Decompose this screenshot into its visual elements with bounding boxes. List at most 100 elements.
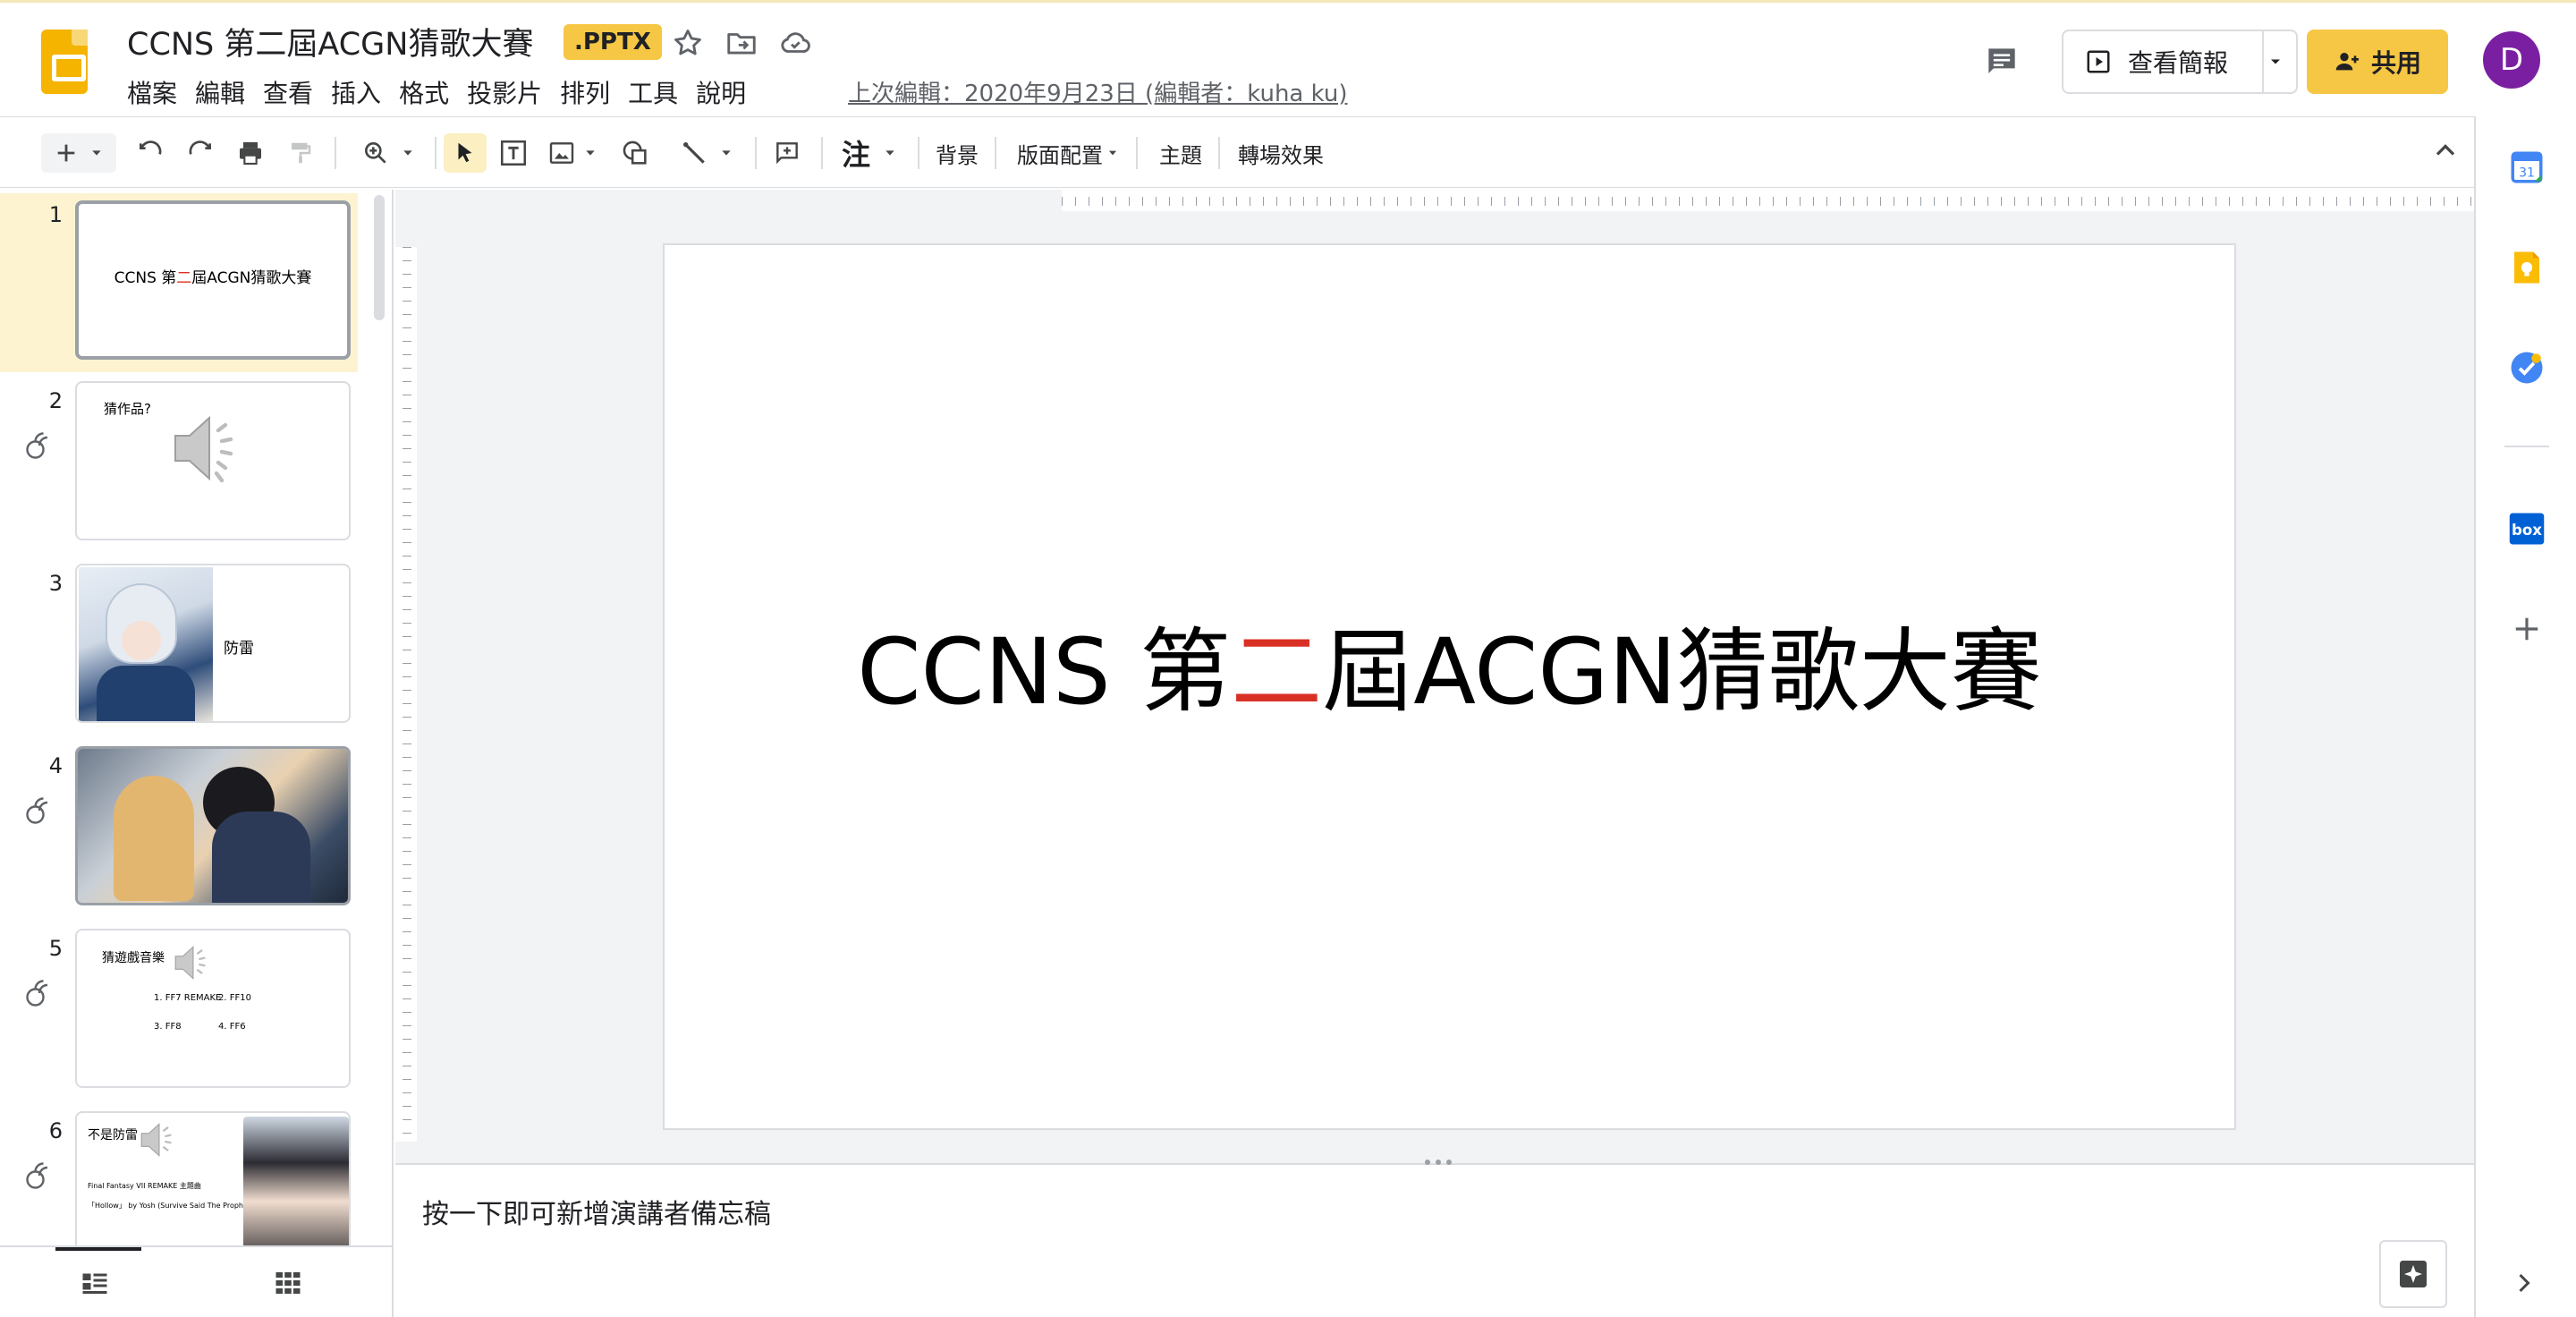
- add-comment-icon[interactable]: [767, 133, 807, 173]
- select-tool-icon[interactable]: [444, 133, 487, 173]
- menu-tools[interactable]: 工具: [619, 76, 687, 112]
- chevron-down-icon: [92, 150, 101, 156]
- menu-slide[interactable]: 投影片: [458, 76, 551, 112]
- thumbnail-text: 猜遊戲音樂: [102, 951, 165, 965]
- chevron-down-icon: [722, 150, 731, 156]
- anime-character-image: [79, 567, 213, 721]
- thumbnail-title: CCNS 第二屆ACGN猜歌大賽: [114, 268, 312, 287]
- thumbnail-text-line: Final Fantasy VII REMAKE 主題曲: [88, 1182, 201, 1190]
- grid-view-icon[interactable]: [272, 1267, 304, 1299]
- shape-icon[interactable]: [615, 133, 655, 173]
- document-title[interactable]: CCNS 第二屆ACGN猜歌大賽: [127, 19, 533, 64]
- insert-image-button[interactable]: [544, 133, 601, 173]
- zoom-button[interactable]: [351, 133, 426, 173]
- slide-number: 5: [48, 936, 63, 961]
- thumbnail-text-line: 「Hollow」 by Yosh (Survive Said The Proph…: [88, 1202, 254, 1210]
- background-button[interactable]: 背景: [932, 133, 982, 173]
- side-panel-divider: [2504, 446, 2549, 447]
- title-bar: CCNS 第二屆ACGN猜歌大賽 .PPTX 檔案 編輯 查看 插入 格式 投影…: [0, 0, 2576, 116]
- horizontal-ruler[interactable]: [1062, 190, 2576, 211]
- comment-history-icon[interactable]: [1982, 42, 2021, 81]
- notes-input-tools-button[interactable]: 注: [834, 133, 905, 173]
- slide-thumbnail[interactable]: [75, 746, 351, 905]
- slide-thumbnail[interactable]: 猜作品?: [75, 381, 351, 540]
- slides-app: CCNS 第二屆ACGN猜歌大賽 .PPTX 檔案 編輯 查看 插入 格式 投影…: [0, 0, 2576, 1317]
- star-icon[interactable]: [671, 26, 705, 60]
- collapse-menus-icon[interactable]: [2429, 134, 2462, 166]
- speaker-notes-input[interactable]: 按一下即可新增演講者備忘稿: [422, 1192, 771, 1231]
- animation-icon: [23, 794, 55, 827]
- vertical-ruler[interactable]: [395, 247, 417, 1142]
- menu-file[interactable]: 檔案: [127, 76, 186, 112]
- slide-title-highlight: 二: [1231, 619, 1323, 726]
- slide-thumbnail[interactable]: 不是防雷 Final Fantasy VII REMAKE 主題曲 「Hollo…: [75, 1111, 351, 1245]
- animation-icon: [23, 429, 55, 462]
- paint-format-icon[interactable]: [281, 133, 320, 173]
- slide-thumbnail[interactable]: CCNS 第二屆ACGN猜歌大賽: [75, 200, 351, 360]
- filmstrip-slide-4[interactable]: 4: [0, 746, 358, 925]
- filmstrip-slide-1[interactable]: 1 CCNS 第二屆ACGN猜歌大賽: [0, 193, 358, 372]
- toolbar-divider: [918, 137, 919, 169]
- theme-button[interactable]: 主題: [1156, 133, 1206, 173]
- slide-title[interactable]: CCNS 第二屆ACGN猜歌大賽: [665, 245, 2234, 1128]
- thumbnail-option: 4. FF6: [218, 1022, 246, 1032]
- new-slide-button[interactable]: [41, 133, 116, 173]
- add-person-icon: [2335, 53, 2359, 71]
- transition-button[interactable]: 轉場效果: [1236, 133, 1326, 173]
- svg-text:31: 31: [2519, 166, 2535, 181]
- layout-button[interactable]: 版面配置: [1014, 133, 1122, 173]
- chevron-down-icon: [586, 150, 595, 156]
- calendar-icon[interactable]: 31: [2508, 149, 2546, 186]
- explore-button[interactable]: [2379, 1240, 2447, 1308]
- account-avatar[interactable]: D: [2483, 31, 2540, 89]
- print-icon[interactable]: [231, 133, 270, 173]
- share-button-label: 共用: [2370, 48, 2421, 78]
- slide-number: 3: [48, 571, 63, 596]
- filmstrip-slide-3[interactable]: 3 防雷: [0, 564, 358, 743]
- redo-icon[interactable]: [181, 133, 220, 173]
- slide-title-part: 屆ACGN猜歌大賽: [1322, 619, 2042, 726]
- toolbar-divider: [1136, 137, 1138, 169]
- menu-insert[interactable]: 插入: [322, 76, 390, 112]
- present-dropdown-button[interactable]: [2255, 30, 2298, 94]
- keep-icon[interactable]: [2508, 249, 2546, 286]
- filmstrip-slide-6[interactable]: 6 不是防雷 Final Fantasy VII REMAKE 主題曲 「Hol…: [0, 1111, 358, 1245]
- filmstrip-scrollbar[interactable]: [374, 195, 385, 320]
- filmstrip-view-icon[interactable]: [79, 1267, 111, 1299]
- current-slide[interactable]: CCNS 第二屆ACGN猜歌大賽: [663, 243, 2236, 1130]
- menu-arrange[interactable]: 排列: [551, 76, 619, 112]
- chevron-down-icon: [403, 150, 412, 156]
- slide-number: 1: [48, 202, 63, 227]
- move-to-folder-icon[interactable]: [724, 26, 758, 60]
- menu-edit[interactable]: 編輯: [186, 76, 254, 112]
- present-button[interactable]: 查看簡報: [2062, 30, 2264, 94]
- menu-help[interactable]: 說明: [687, 76, 755, 112]
- slide-thumbnail[interactable]: 猜遊戲音樂 1. FF7 REMAKE 2. FF10 3. FF8 4. FF…: [75, 929, 351, 1088]
- speaker-notes-panel: 按一下即可新增演講者備忘稿: [395, 1160, 2474, 1317]
- active-tab-indicator: [55, 1247, 141, 1251]
- cloud-saved-icon[interactable]: [778, 26, 812, 60]
- slide-thumbnail[interactable]: 防雷: [75, 564, 351, 723]
- anime-couple-image: [78, 749, 348, 903]
- file-type-badge: .PPTX: [564, 24, 662, 60]
- explore-sparkle-icon: [2400, 1261, 2427, 1287]
- box-addon-icon[interactable]: box: [2508, 510, 2546, 548]
- thumbnail-option: 1. FF7 REMAKE: [154, 993, 222, 1003]
- last-edit-link[interactable]: 上次編輯：2020年9月23日 (編輯者：kuha ku): [848, 76, 1348, 112]
- share-button[interactable]: 共用: [2307, 30, 2448, 94]
- side-panel: 31 box: [2474, 116, 2576, 1317]
- anime-character-image: [243, 1117, 349, 1245]
- present-button-label: 查看簡報: [2128, 48, 2229, 78]
- menu-format[interactable]: 格式: [390, 76, 458, 112]
- slides-logo-icon[interactable]: [41, 30, 88, 94]
- text-box-icon[interactable]: [494, 133, 533, 173]
- line-tool-button[interactable]: [673, 133, 741, 173]
- filmstrip-slide-2[interactable]: 2 猜作品?: [0, 381, 358, 560]
- tasks-icon[interactable]: [2508, 349, 2546, 387]
- undo-icon[interactable]: [131, 133, 170, 173]
- notes-resize-handle[interactable]: [1420, 1160, 1456, 1168]
- filmstrip-slide-5[interactable]: 5 猜遊戲音樂 1. FF7 REMAKE 2. FF10 3. FF8 4. …: [0, 929, 358, 1108]
- expand-side-panel-icon[interactable]: [2508, 1267, 2546, 1299]
- menu-view[interactable]: 查看: [254, 76, 322, 112]
- get-addons-plus-icon[interactable]: [2508, 610, 2546, 648]
